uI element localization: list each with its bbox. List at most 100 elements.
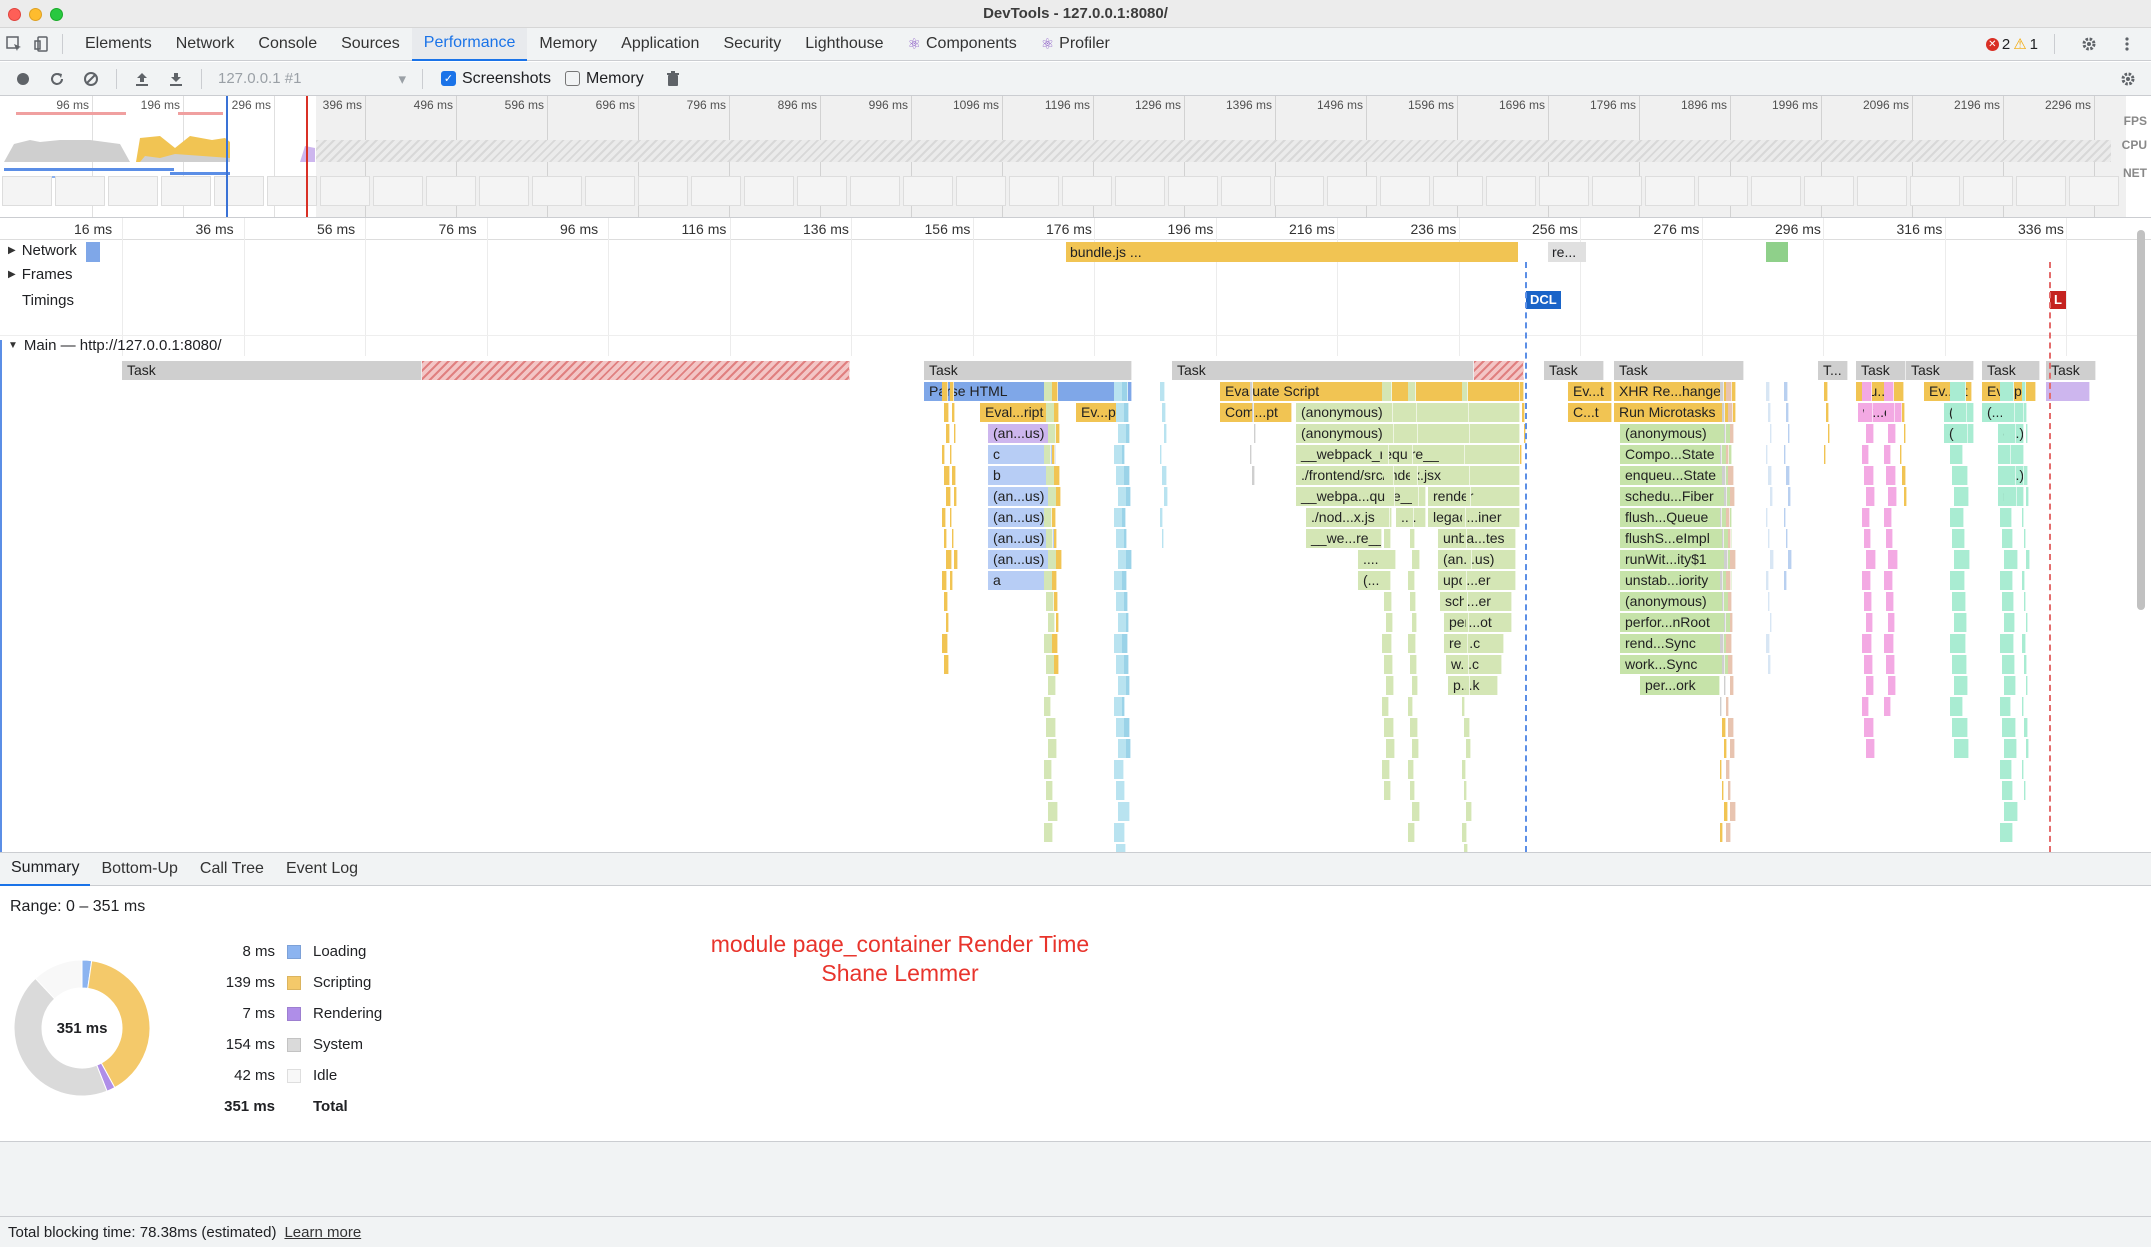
call-stack-sliver[interactable] [1730, 802, 1736, 821]
function-block[interactable]: flush...Queue [1620, 508, 1732, 527]
call-stack-sliver[interactable] [1382, 382, 1392, 401]
call-stack-sliver[interactable] [1866, 676, 1874, 695]
call-stack-sliver[interactable] [1952, 718, 1968, 737]
call-stack-sliver[interactable] [1382, 760, 1390, 779]
screenshot-thumbnail[interactable] [214, 176, 264, 206]
reload-record-button[interactable] [42, 65, 72, 93]
screenshot-thumbnail[interactable] [1698, 176, 1748, 206]
call-stack-sliver[interactable] [1786, 466, 1790, 485]
call-stack-sliver[interactable] [2022, 445, 2024, 464]
call-stack-sliver[interactable] [1730, 676, 1734, 695]
evaluate-script-block[interactable]: Eval...ript [980, 403, 1056, 422]
screenshot-thumbnail[interactable] [1062, 176, 1112, 206]
inspect-element-icon[interactable] [0, 30, 28, 58]
function-block[interactable]: unstab...iority [1620, 571, 1732, 590]
screenshot-thumbnail[interactable] [1592, 176, 1642, 206]
call-stack-sliver[interactable] [2000, 445, 2011, 464]
call-stack-sliver[interactable] [1728, 403, 1733, 422]
call-stack-sliver[interactable] [2000, 382, 2014, 401]
call-stack-sliver[interactable] [1384, 592, 1392, 611]
screenshot-thumbnail[interactable] [1009, 176, 1059, 206]
task-block[interactable]: Task [1172, 361, 1474, 380]
call-stack-sliver[interactable] [1464, 781, 1467, 800]
screenshot-thumbnail[interactable] [479, 176, 529, 206]
call-stack-sliver[interactable] [1046, 529, 1053, 548]
network-request-bundle[interactable]: bundle.js ... [1066, 242, 1518, 262]
call-stack-sliver[interactable] [1866, 487, 1875, 506]
call-stack-sliver[interactable] [1824, 445, 1826, 464]
call-stack-sliver[interactable] [1728, 781, 1731, 800]
call-stack-sliver[interactable] [1382, 571, 1391, 590]
call-stack-sliver[interactable] [1888, 613, 1895, 632]
anonymous-block[interactable]: (anonymous) [1620, 424, 1732, 443]
call-stack-sliver[interactable] [1866, 613, 1873, 632]
function-block[interactable]: per...ot [1444, 613, 1512, 632]
call-stack-sliver[interactable] [950, 382, 954, 401]
call-stack-sliver[interactable] [950, 508, 952, 527]
call-stack-sliver[interactable] [1786, 403, 1789, 422]
function-block[interactable]: .... [1358, 550, 1388, 569]
call-stack-sliver[interactable] [1410, 466, 1418, 485]
call-stack-sliver[interactable] [1466, 487, 1471, 506]
call-stack-sliver[interactable] [1162, 529, 1164, 548]
call-stack-sliver[interactable] [1124, 529, 1127, 548]
call-stack-sliver[interactable] [1788, 487, 1791, 506]
call-stack-sliver[interactable] [1408, 382, 1416, 401]
screenshot-thumbnail[interactable] [744, 176, 794, 206]
call-stack-sliver[interactable] [1954, 739, 1969, 758]
screenshot-thumbnail[interactable] [161, 176, 211, 206]
tab-sources[interactable]: Sources [329, 28, 412, 61]
function-block[interactable]: legac...iner [1428, 508, 1520, 527]
call-stack-sliver[interactable] [1900, 382, 1904, 401]
function-block[interactable]: work...Sync [1620, 655, 1732, 674]
call-stack-sliver[interactable] [1382, 634, 1392, 653]
screenshot-thumbnail[interactable] [373, 176, 423, 206]
tab-elements[interactable]: Elements [73, 28, 164, 61]
call-stack-sliver[interactable] [1126, 550, 1132, 569]
call-stack-sliver[interactable] [1728, 655, 1733, 674]
call-stack-sliver[interactable] [2022, 760, 2024, 779]
call-stack-sliver[interactable] [1048, 676, 1056, 695]
call-stack-sliver[interactable] [1720, 760, 1722, 779]
function-block[interactable]: runWit...ity$1 [1620, 550, 1732, 569]
call-stack-sliver[interactable] [954, 487, 957, 506]
call-stack-sliver[interactable] [1464, 844, 1468, 852]
screenshot-thumbnail[interactable] [1115, 176, 1165, 206]
timings-track[interactable]: Timings DCL L [0, 288, 2140, 336]
call-stack-sliver[interactable] [1466, 739, 1471, 758]
call-stack-sliver[interactable] [1720, 445, 1722, 464]
call-stack-sliver[interactable] [2002, 592, 2014, 611]
function-block[interactable]: per...ork [1640, 676, 1720, 695]
call-stack-sliver[interactable] [1048, 424, 1056, 443]
call-stack-sliver[interactable] [1412, 676, 1418, 695]
call-stack-sliver[interactable] [1044, 760, 1052, 779]
call-stack-sliver[interactable] [942, 382, 948, 401]
screenshot-thumbnail[interactable] [1274, 176, 1324, 206]
call-stack-sliver[interactable] [2022, 382, 2026, 401]
network-request-favicon[interactable] [86, 242, 100, 262]
call-stack-sliver[interactable] [2024, 592, 2026, 611]
screenshot-thumbnail[interactable] [1221, 176, 1271, 206]
call-stack-sliver[interactable] [1044, 697, 1051, 716]
settings-gear-icon[interactable] [2075, 30, 2103, 58]
call-stack-sliver[interactable] [1954, 676, 1968, 695]
call-stack-sliver[interactable] [1726, 571, 1731, 590]
screenshot-thumbnail[interactable] [585, 176, 635, 206]
call-stack-sliver[interactable] [1722, 529, 1724, 548]
call-stack-sliver[interactable] [1770, 424, 1772, 443]
screenshot-thumbnail[interactable] [1380, 176, 1430, 206]
screenshot-thumbnail[interactable] [320, 176, 370, 206]
call-stack-sliver[interactable] [1886, 466, 1896, 485]
screenshot-thumbnail[interactable] [108, 176, 158, 206]
tab-security[interactable]: Security [711, 28, 793, 61]
flame-chart[interactable]: Task Task Task Task Task T... Task Task … [0, 356, 2140, 852]
call-stack-sliver[interactable] [1408, 697, 1413, 716]
call-stack-sliver[interactable] [1464, 718, 1470, 737]
call-stack-sliver[interactable] [1828, 424, 1830, 443]
network-request-small[interactable] [1766, 242, 1788, 262]
close-window-button[interactable] [8, 8, 21, 21]
function-block[interactable]: unba...tes [1438, 529, 1516, 548]
device-toolbar-icon[interactable] [28, 30, 56, 58]
screenshot-thumbnail[interactable] [267, 176, 317, 206]
selection-handle-right[interactable] [306, 96, 308, 217]
